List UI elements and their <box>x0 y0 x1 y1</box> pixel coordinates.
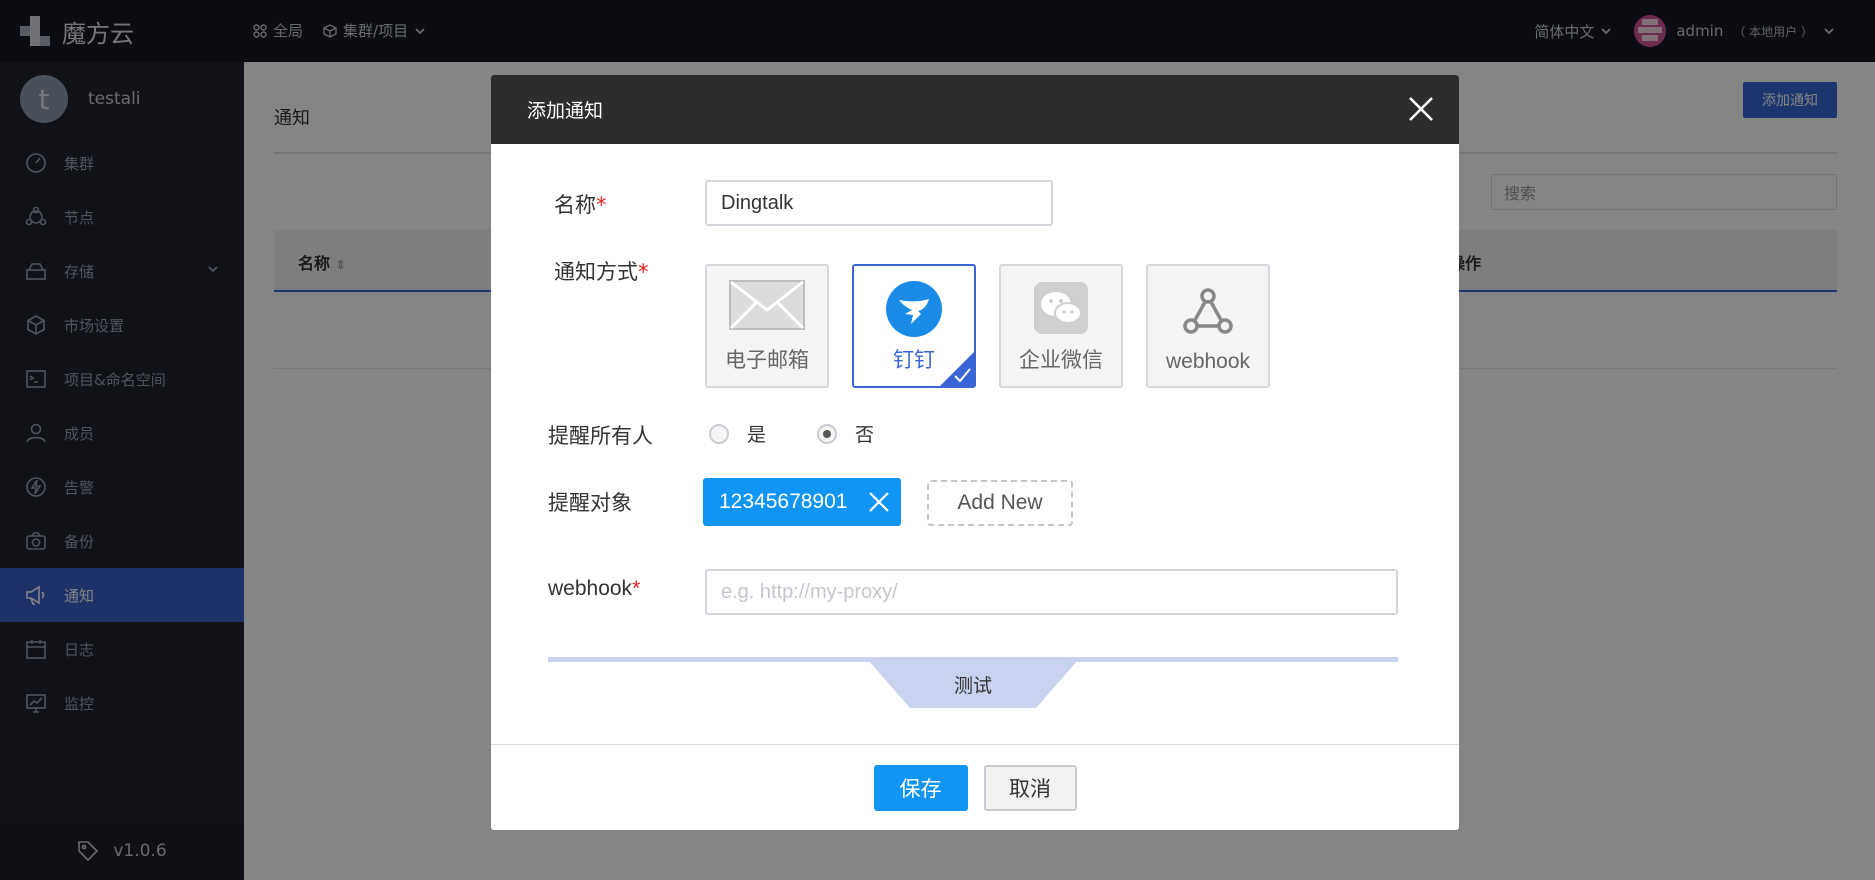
add-new-target-button[interactable]: Add New <box>927 480 1073 526</box>
selected-check-icon <box>940 352 974 386</box>
method-email[interactable]: 电子邮箱 <box>705 264 829 388</box>
close-icon[interactable] <box>1405 93 1437 125</box>
tag-label: 12345678901 <box>719 490 848 513</box>
radio-label: 否 <box>855 424 875 446</box>
webhook-icon <box>1183 288 1233 334</box>
method-dingtalk-label: 钉钉 <box>893 348 935 372</box>
method-webhook[interactable]: webhook <box>1146 264 1270 388</box>
dialog-header: 添加通知 <box>491 75 1459 144</box>
remind-target-tag: 12345678901 <box>703 478 901 526</box>
save-button[interactable]: 保存 <box>873 764 968 811</box>
remind-all-yes[interactable]: 是 <box>709 420 766 447</box>
webhook-url-input[interactable]: e.g. http://my-proxy/ <box>705 569 1398 615</box>
add-notification-dialog: 添加通知 名称* Dingtalk 通知方式* 电子邮箱 钉钉 企业微信 web… <box>491 75 1459 830</box>
close-icon[interactable] <box>867 490 891 514</box>
method-wechat-work[interactable]: 企业微信 <box>999 264 1123 388</box>
envelope-icon <box>729 280 805 330</box>
radio-button[interactable] <box>817 423 837 444</box>
method-webhook-label: webhook <box>1165 350 1251 373</box>
method-wechat-work-label: 企业微信 <box>1019 348 1103 372</box>
dialog-title: 添加通知 <box>527 100 604 122</box>
name-field[interactable]: Dingtalk <box>705 180 1053 226</box>
radio-button[interactable] <box>709 423 729 444</box>
dialog-footer: 保存 取消 <box>491 744 1459 830</box>
radio-label: 是 <box>747 424 767 446</box>
method-email-label: 电子邮箱 <box>725 348 809 372</box>
wechat-icon <box>1034 282 1088 334</box>
test-button[interactable]: 测试 <box>868 660 1078 708</box>
name-label: 名称* <box>554 193 607 217</box>
method-dingtalk[interactable]: 钉钉 <box>852 264 976 388</box>
dingtalk-icon <box>886 281 942 337</box>
method-label: 通知方式* <box>554 260 649 284</box>
remind-all-label: 提醒所有人 <box>548 424 653 448</box>
dialog-body: 名称* Dingtalk 通知方式* 电子邮箱 钉钉 企业微信 webhook … <box>491 144 1459 744</box>
webhook-label: webhook* <box>548 577 641 600</box>
remind-target-label: 提醒对象 <box>548 491 632 515</box>
cancel-button[interactable]: 取消 <box>983 764 1077 811</box>
remind-all-no[interactable]: 否 <box>817 420 874 447</box>
